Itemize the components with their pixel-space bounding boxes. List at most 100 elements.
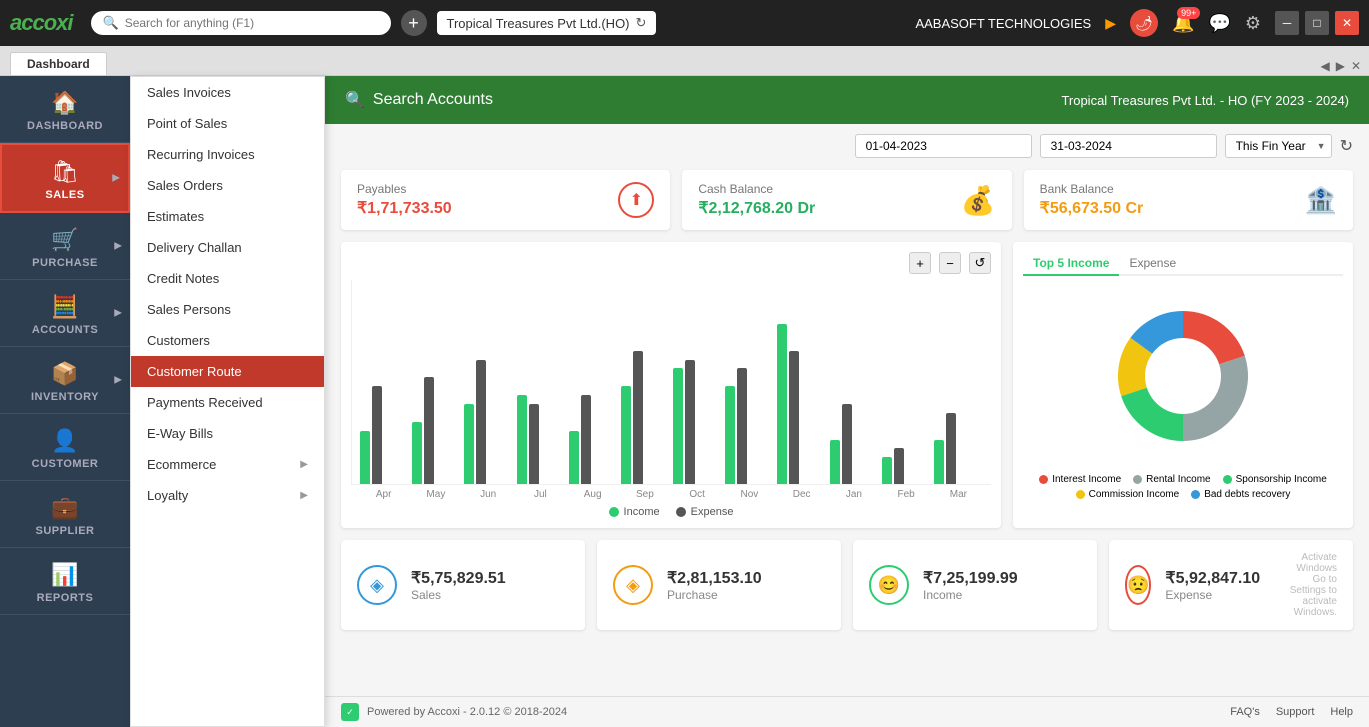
search-accounts[interactable]: 🔍 Search Accounts (345, 90, 493, 110)
menu-recurring-invoices[interactable]: Recurring Invoices (131, 139, 324, 170)
sidebar-item-accounts[interactable]: 🧮 ACCOUNTS ▶ (0, 280, 130, 347)
income-bar (725, 386, 735, 484)
income-bc-icon: 😊 (869, 565, 909, 605)
notification-icon[interactable]: 🔔 99+ (1172, 13, 1194, 34)
global-search-input[interactable] (125, 16, 355, 30)
pie-legend-dot-1 (1133, 475, 1142, 484)
global-search-box[interactable]: 🔍 (91, 11, 391, 35)
menu-delivery-challan[interactable]: Delivery Challan (131, 232, 324, 263)
menu-ecommerce[interactable]: Ecommerce ▶ (131, 449, 324, 480)
period-select[interactable]: This Fin Year Last Fin Year This Month L… (1225, 134, 1332, 158)
bar-group-nov (725, 368, 774, 484)
menu-credit-notes[interactable]: Credit Notes (131, 263, 324, 294)
legend-income: Income (609, 506, 660, 518)
sales-arrow-icon: ▶ (112, 173, 120, 184)
income-bc-value: ₹7,25,199.99 (923, 568, 1018, 588)
close-button[interactable]: ✕ (1335, 11, 1359, 35)
bottom-card-income: 😊 ₹7,25,199.99 Income (853, 540, 1097, 630)
pie-tab-income[interactable]: Top 5 Income (1023, 252, 1119, 276)
footer-powered-by: Powered by Accoxi - 2.0.12 © 2018-2024 (367, 706, 567, 718)
company-name-label: AABASOFT TECHNOLOGIES (915, 16, 1091, 31)
main-content: 🔍 Search Accounts Tropical Treasures Pvt… (325, 76, 1369, 727)
menu-estimates[interactable]: Estimates (131, 201, 324, 232)
menu-customer-route[interactable]: Customer Route (131, 356, 324, 387)
pie-legend: Interest IncomeRental IncomeSponsorship … (1023, 474, 1343, 500)
chart-zoom-in[interactable]: + (909, 252, 931, 274)
footer-support[interactable]: Support (1276, 706, 1315, 718)
green-header: 🔍 Search Accounts Tropical Treasures Pvt… (325, 76, 1369, 124)
topbar: accoxi 🔍 + Tropical Treasures Pvt Ltd.(H… (0, 0, 1369, 46)
menu-sales-orders[interactable]: Sales Orders (131, 170, 324, 201)
menu-customers[interactable]: Customers (131, 325, 324, 356)
menu-sales-invoices[interactable]: Sales Invoices (131, 77, 324, 108)
purchase-bc-label: Purchase (667, 588, 762, 602)
payables-card: Payables ₹1,71,733.50 ⬆ (341, 170, 670, 230)
sidebar-item-sales[interactable]: 🛍 SALES ▶ (0, 143, 130, 213)
income-bar (360, 431, 370, 484)
pie-legend-dot-0 (1039, 475, 1048, 484)
x-label-oct: Oct (673, 489, 722, 500)
expense-bar (737, 368, 747, 484)
sidebar-item-reports[interactable]: 📊 REPORTS (0, 548, 130, 615)
menu-sales-persons[interactable]: Sales Persons (131, 294, 324, 325)
cash-balance-value: ₹2,12,768.20 Dr (698, 198, 946, 218)
sidebar-item-inventory[interactable]: 📦 INVENTORY ▶ (0, 347, 130, 414)
menu-point-of-sales[interactable]: Point of Sales (131, 108, 324, 139)
tab-scroll-left[interactable]: ◀ (1320, 59, 1329, 73)
footer-faqs[interactable]: FAQ's (1230, 706, 1260, 718)
sidebar-item-customer[interactable]: 👤 CUSTOMER (0, 414, 130, 481)
menu-loyalty[interactable]: Loyalty ▶ (131, 480, 324, 511)
company-arrow-icon: ▶ (1105, 15, 1116, 32)
from-date-input[interactable] (855, 134, 1032, 158)
cash-balance-label: Cash Balance (698, 182, 946, 196)
sales-bc-value: ₹5,75,829.51 (411, 568, 506, 588)
settings-icon[interactable]: ⚙ (1245, 13, 1261, 34)
expense-bc-icon: 😟 (1125, 565, 1151, 605)
company-selector-label: Tropical Treasures Pvt Ltd.(HO) (447, 16, 630, 31)
company-selector[interactable]: Tropical Treasures Pvt Ltd.(HO) ↻ (437, 11, 657, 35)
pie-legend-dot-2 (1223, 475, 1232, 484)
tabbar: Dashboard ◀ ▶ ✕ (0, 46, 1369, 76)
chart-zoom-out[interactable]: − (939, 252, 961, 274)
sidebar-item-supplier[interactable]: 💼 SUPPLIER (0, 481, 130, 548)
footer-help[interactable]: Help (1330, 706, 1353, 718)
bottom-cards: ◈ ₹5,75,829.51 Sales ◈ ₹2,81,153.10 Purc… (341, 540, 1353, 630)
sidebar-item-purchase[interactable]: 🛒 PURCHASE ▶ (0, 213, 130, 280)
date-refresh-icon[interactable]: ↻ (1340, 136, 1353, 156)
x-label-may: May (411, 489, 460, 500)
to-date-input[interactable] (1040, 134, 1217, 158)
income-bar (673, 368, 683, 484)
refresh-company-icon[interactable]: ↻ (636, 15, 647, 31)
customer-icon: 👤 (51, 428, 78, 454)
sidebar-label-dashboard: DASHBOARD (27, 120, 103, 132)
bars-area (351, 280, 991, 485)
bar-group-feb (882, 448, 931, 484)
menu-eway-bills[interactable]: E-Way Bills (131, 418, 324, 449)
pie-legend-dot-3 (1076, 490, 1085, 499)
bar-group-mar (934, 413, 983, 484)
sidebar-and-dropdown: 🏠 DASHBOARD 🛍 SALES ▶ 🛒 PURCHASE ▶ 🧮 ACC… (0, 76, 325, 727)
menu-payments-received[interactable]: Payments Received (131, 387, 324, 418)
minimize-button[interactable]: ─ (1275, 11, 1299, 35)
sidebar: 🏠 DASHBOARD 🛍 SALES ▶ 🛒 PURCHASE ▶ 🧮 ACC… (0, 76, 130, 727)
bar-group-jun (464, 360, 513, 484)
sidebar-label-purchase: PURCHASE (32, 257, 98, 269)
sidebar-item-dashboard[interactable]: 🏠 DASHBOARD (0, 76, 130, 143)
pie-tab-expense[interactable]: Expense (1119, 252, 1186, 274)
avatar[interactable]: 🌶 (1130, 9, 1158, 37)
maximize-button[interactable]: □ (1305, 11, 1329, 35)
tab-scroll-right[interactable]: ▶ (1336, 59, 1345, 73)
tab-close[interactable]: ✕ (1351, 59, 1361, 73)
pie-container: Interest IncomeRental IncomeSponsorship … (1023, 286, 1343, 500)
add-button[interactable]: + (401, 10, 427, 36)
search-accounts-icon: 🔍 (345, 90, 365, 110)
messages-icon[interactable]: 💬 (1208, 13, 1230, 34)
accounts-arrow-icon: ▶ (114, 308, 122, 319)
chart-refresh[interactable]: ↺ (969, 252, 991, 274)
charts-row: + − ↺ (341, 242, 1353, 528)
footer-links: FAQ's Support Help (1230, 706, 1353, 718)
expense-bar (581, 395, 591, 484)
bottom-card-expense: 😟 ₹5,92,847.10 Expense Activate Windows … (1109, 540, 1353, 630)
tab-dashboard[interactable]: Dashboard (10, 52, 107, 75)
sales-dropdown-menu: Sales Invoices Point of Sales Recurring … (130, 76, 325, 727)
